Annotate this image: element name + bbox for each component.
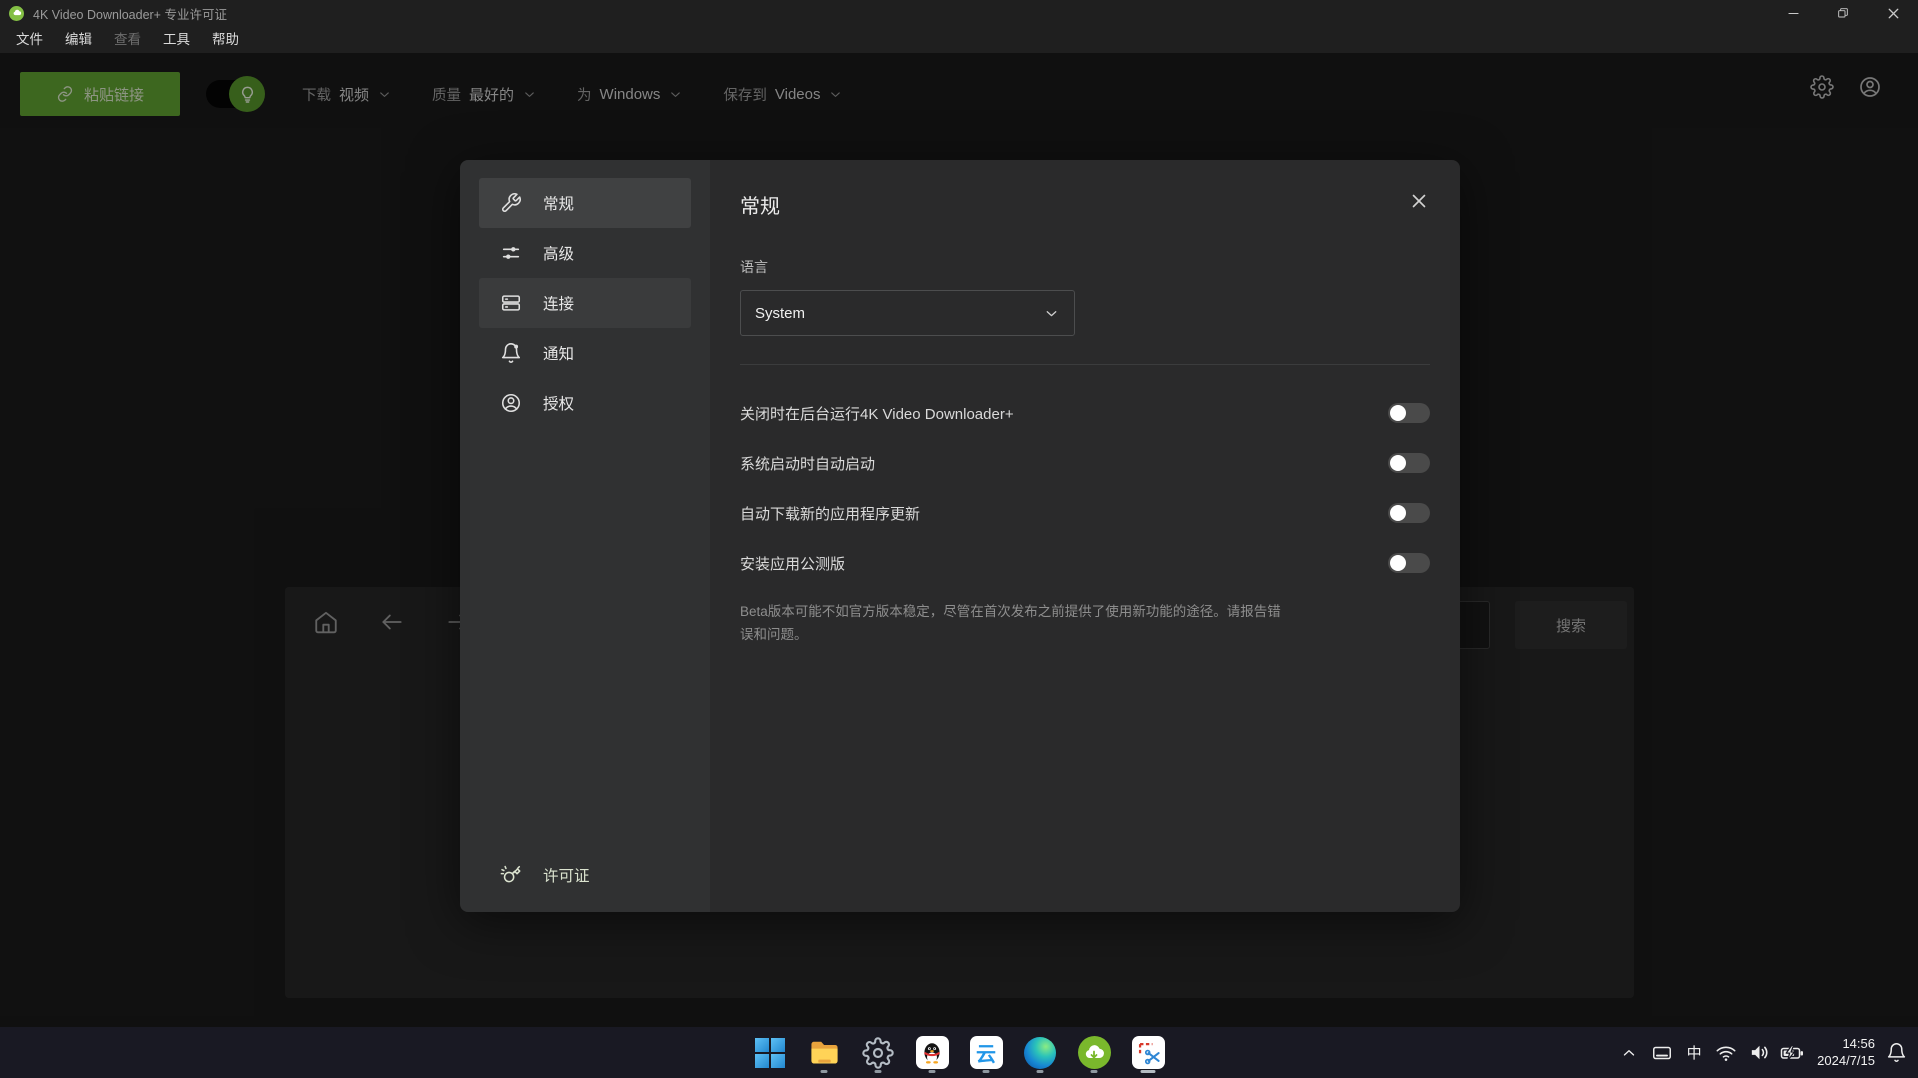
volume-button[interactable] [1747,1041,1771,1065]
notification-center-button[interactable] [1884,1041,1908,1065]
4k-downloader-icon [1078,1036,1111,1069]
menu-edit[interactable]: 编辑 [54,26,103,53]
start-button[interactable] [750,1031,790,1075]
volume-icon [1748,1041,1771,1064]
toggle-row-autostart: 系统启动时自动启动 [740,438,1430,488]
windows-logo-icon [755,1038,785,1068]
taskbar-4k-video-downloader[interactable] [1074,1031,1114,1075]
key-icon [500,864,522,886]
sliders-icon [500,242,522,264]
edge-icon [1024,1037,1056,1069]
divider [740,364,1430,365]
sidebar-item-general[interactable]: 常规 [479,178,691,228]
close-button[interactable] [1868,0,1918,26]
sidebar-item-connection[interactable]: 连接 [479,278,691,328]
folder-icon [808,1036,841,1069]
taskbar-cloud-docs[interactable]: 云 [966,1031,1006,1075]
wrench-icon [500,192,522,214]
system-tray: 中 14:56 2024/7/15 [1617,1027,1908,1078]
language-value: System [755,305,805,322]
dialog-close-button[interactable] [1406,188,1432,214]
background-run-toggle[interactable] [1388,403,1430,423]
menu-tools[interactable]: 工具 [152,26,201,53]
sidebar-item-label: 高级 [543,242,574,264]
battery-button[interactable] [1780,1041,1804,1065]
auto-update-toggle[interactable] [1388,503,1430,523]
screenshot-tool-icon [1132,1036,1165,1069]
beta-note: Beta版本可能不如官方版本稳定，尽管在首次发布之前提供了使用新功能的途径。请报… [740,600,1285,646]
toggle-label: 关闭时在后台运行4K Video Downloader+ [740,403,1014,424]
desktop-screen: 4K Video Downloader+ 专业许可证 文件 编辑 查看 工具 帮… [0,0,1918,1078]
taskbar-qq[interactable] [912,1031,952,1075]
toggle-row-beta: 安装应用公测版 [740,538,1430,588]
taskbar-screenshot-tool[interactable] [1128,1031,1168,1075]
clock-time: 14:56 [1817,1036,1875,1053]
menu-file[interactable]: 文件 [5,26,54,53]
sidebar-item-notifications[interactable]: 通知 [479,328,691,378]
ime-indicator[interactable]: 中 [1683,1042,1705,1063]
sidebar-item-authorization[interactable]: 授权 [479,378,691,428]
menu-help[interactable]: 帮助 [201,26,250,53]
settings-panel-general: 常规 语言 System 关闭时在后台运行4K Video Downloader… [710,160,1460,912]
toggle-list: 关闭时在后台运行4K Video Downloader+ 系统启动时自动启动 自… [740,388,1430,588]
taskbar-settings[interactable] [858,1031,898,1075]
wifi-button[interactable] [1714,1041,1738,1065]
sidebar-item-license[interactable]: 许可证 [500,864,590,886]
sidebar-item-advanced[interactable]: 高级 [479,228,691,278]
menubar: 文件 编辑 查看 工具 帮助 [0,26,1918,53]
settings-dialog: 常规 高级 连接 通知 授权 许可证 常规 [460,160,1460,912]
clock-date: 2024/7/15 [1817,1053,1875,1070]
toggle-label: 安装应用公测版 [740,553,845,574]
sidebar-item-label: 通知 [543,342,574,364]
window-title: 4K Video Downloader+ 专业许可证 [33,4,227,23]
touch-keyboard-button[interactable] [1650,1041,1674,1065]
wifi-icon [1715,1042,1737,1064]
chevron-down-icon [1043,305,1060,322]
panel-title: 常规 [740,190,780,219]
toggle-label: 自动下载新的应用程序更新 [740,503,920,524]
beta-toggle[interactable] [1388,553,1430,573]
toggle-label: 系统启动时自动启动 [740,453,875,474]
bell-dot-icon [500,342,522,364]
toggle-row-background-run: 关闭时在后台运行4K Video Downloader+ [740,388,1430,438]
app-logo-icon [9,6,24,21]
user-circle-icon [500,392,522,414]
window-controls [1768,0,1918,26]
close-icon [1408,190,1430,212]
chevron-up-icon [1620,1044,1638,1062]
language-select[interactable]: System [740,290,1075,336]
gear-icon [862,1037,894,1069]
language-label: 语言 [740,257,768,277]
menu-view[interactable]: 查看 [103,26,152,53]
taskbar: 云 [0,1027,1918,1078]
qq-penguin-icon [916,1036,949,1069]
bell-icon [1886,1042,1907,1063]
cloud-docs-icon: 云 [970,1036,1003,1069]
settings-sidebar: 常规 高级 连接 通知 授权 许可证 [460,160,710,912]
taskbar-edge[interactable] [1020,1031,1060,1075]
taskbar-clock[interactable]: 14:56 2024/7/15 [1817,1036,1875,1069]
titlebar: 4K Video Downloader+ 专业许可证 [0,0,1918,26]
taskbar-apps: 云 [750,1027,1168,1078]
minimize-button[interactable] [1768,0,1818,26]
restore-button[interactable] [1818,0,1868,26]
taskbar-file-explorer[interactable] [804,1031,844,1075]
license-label: 许可证 [543,864,590,886]
tray-overflow-button[interactable] [1617,1041,1641,1065]
server-icon [500,292,522,314]
toggle-row-auto-update: 自动下载新的应用程序更新 [740,488,1430,538]
keyboard-icon [1651,1042,1673,1064]
sidebar-item-label: 授权 [543,392,574,414]
sidebar-item-label: 常规 [543,192,574,214]
autostart-toggle[interactable] [1388,453,1430,473]
sidebar-item-label: 连接 [543,292,574,314]
battery-charging-icon [1780,1040,1804,1065]
